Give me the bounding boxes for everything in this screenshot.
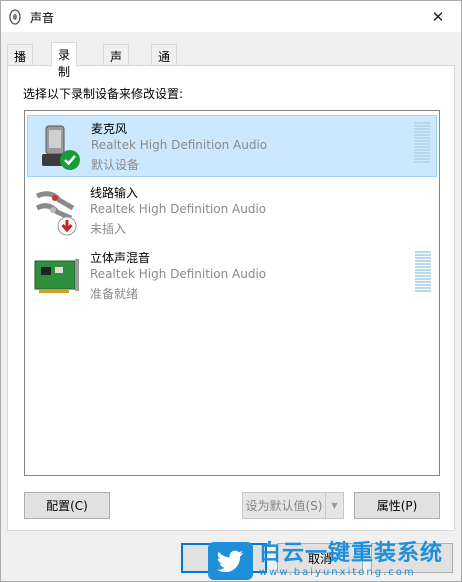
device-line-in[interactable]: 线路输入 Realtek High Definition Audio 未插入: [27, 180, 437, 242]
properties-button[interactable]: 属性(P): [354, 492, 440, 519]
tab-sounds[interactable]: 声音: [103, 44, 130, 81]
device-name: 线路输入: [90, 186, 139, 200]
level-meter: [415, 251, 431, 293]
device-name: 麦克风: [91, 122, 128, 136]
instruction-text: 选择以下录制设备来修改设置:: [23, 87, 184, 101]
title-bar[interactable]: 声音 ✕: [1, 1, 461, 32]
level-meter: [414, 122, 430, 164]
watermark-url: www.baiyunxitong.com: [259, 567, 416, 578]
device-status: 未插入: [90, 222, 127, 236]
sound-dialog: 声音 ✕ 播放 录制 声音 通信 选择以下录制设备来修改设置: 麦克风 Real…: [0, 0, 462, 582]
speaker-icon: [9, 9, 21, 25]
set-default-button[interactable]: 设为默认值(S) ▼: [242, 492, 344, 519]
set-default-label: 设为默认值(S): [245, 499, 323, 513]
device-driver: Realtek High Definition Audio: [90, 202, 267, 216]
microphone-icon: [42, 125, 80, 170]
device-status: 准备就绪: [90, 287, 139, 301]
device-driver: Realtek High Definition Audio: [90, 267, 267, 281]
window-title: 声音: [30, 11, 55, 25]
watermark-text: 白云一键重装系统 www.baiyunxitong.com: [259, 543, 443, 578]
bird-logo-icon: [208, 541, 253, 580]
watermark: 白云一键重装系统 www.baiyunxitong.com: [208, 538, 462, 582]
tab-communications[interactable]: 通信: [151, 44, 178, 81]
device-microphone[interactable]: 麦克风 Realtek High Definition Audio 默认设备: [27, 115, 437, 177]
tab-playback[interactable]: 播放: [7, 44, 34, 81]
watermark-brand: 白云一键重装系统: [259, 541, 444, 566]
device-driver: Realtek High Definition Audio: [91, 138, 268, 152]
close-button[interactable]: ✕: [419, 1, 457, 32]
device-name: 立体声混音: [90, 251, 151, 265]
device-list: 麦克风 Realtek High Definition Audio 默认设备 线…: [24, 110, 440, 476]
line-in-cable-icon: [35, 191, 77, 236]
device-status: 默认设备: [91, 158, 140, 172]
configure-button[interactable]: 配置(C): [24, 492, 110, 519]
tab-recording[interactable]: 录制: [51, 42, 78, 79]
recording-panel: 选择以下录制设备来修改设置: 麦克风 Realtek High Definiti…: [7, 65, 455, 531]
device-stereo-mix[interactable]: 立体声混音 Realtek High Definition Audio 准备就绪: [27, 245, 437, 307]
chevron-down-icon[interactable]: ▼: [325, 493, 343, 518]
sound-card-icon: [34, 259, 79, 293]
